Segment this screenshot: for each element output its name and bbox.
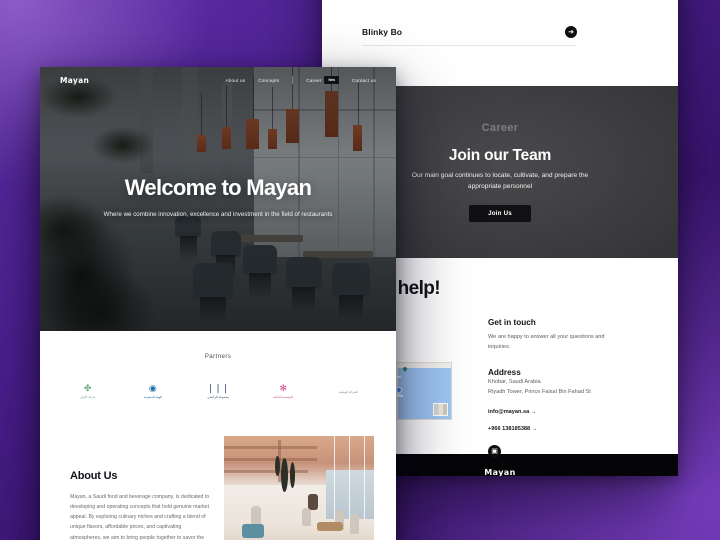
partner-name: المؤسسة العامة (273, 394, 294, 399)
partner-name: الشركة الوطنية (338, 390, 358, 394)
photo-furniture (317, 522, 343, 531)
footer-logo: Mayan (484, 467, 516, 477)
get-in-touch-body: We are happy to answer all your question… (488, 334, 605, 351)
list-item[interactable]: Blinky Bo ➜ (362, 26, 577, 46)
about-section: About Us Mayan, a Saudi food and beverag… (40, 420, 396, 540)
photo-hanging-plant (275, 456, 280, 476)
photo-hanging-plant (290, 462, 295, 488)
partner-logo-2[interactable]: ◉ الهيئة السعودية (133, 378, 172, 404)
get-in-touch-heading: Get in touch (488, 318, 536, 327)
join-us-button[interactable]: Join Us (469, 204, 531, 222)
about-text-column: About Us Mayan, a Saudi food and beverag… (70, 436, 210, 540)
hero-heading: Welcome to Mayan (124, 175, 312, 200)
nav-divider (292, 76, 294, 84)
career-title: Join our Team (448, 147, 552, 165)
hero-section: Mayan About us Concepts Career New Conta… (40, 67, 396, 331)
address-line: Khobar, Saudi Arabia (488, 378, 541, 385)
hero-subtitle: Where we combine innovation, excellence … (103, 211, 333, 218)
partner-mark-icon: ✤ (83, 382, 92, 393)
career-eyebrow: Career (481, 122, 519, 135)
partner-mark-icon: ✻ (279, 382, 287, 393)
partners-title: Partners (204, 353, 232, 360)
partner-logo-4[interactable]: ✻ المؤسسة العامة (264, 378, 303, 404)
partner-name: مجموعة الراجحي (207, 394, 229, 399)
partner-mark-icon: ◉ (148, 382, 157, 393)
photo-decor (308, 494, 318, 510)
presentation-canvas: Blinky Bo ➜ Career Join our Team Our mai… (0, 0, 720, 540)
front-mockup-card: Mayan About us Concepts Career New Conta… (40, 67, 396, 540)
email-link[interactable]: info@mayan.sa → (488, 409, 616, 415)
partner-name: شركة الأولى (79, 394, 96, 399)
photo-beam (224, 458, 317, 461)
about-image-column (224, 436, 374, 540)
photo-person (350, 514, 359, 534)
photo-hanging-plant (281, 458, 288, 492)
photo-person (302, 508, 311, 526)
nav-links: About us Concepts Career New Contact us (225, 76, 376, 84)
career-subtitle: Our main goal continues to locate, culti… (411, 172, 589, 190)
about-body: Mayan, a Saudi food and beverage company… (70, 494, 210, 540)
partner-name: الهيئة السعودية (143, 394, 163, 399)
map-street-view-thumb[interactable] (433, 403, 448, 416)
nav-new-badge: New (324, 76, 340, 84)
about-heading: About Us (70, 470, 118, 482)
partner-mark-icon: ❘❘❘ (206, 382, 230, 393)
phone-link[interactable]: +966 138185388 → (488, 426, 616, 432)
nav-logo[interactable]: Mayan (60, 76, 89, 85)
address-line: Riyadh Tower, Prince Faisal Bin Fahad St (488, 389, 591, 396)
list-section: Blinky Bo ➜ (322, 0, 678, 46)
nav-link-about-us[interactable]: About us (225, 78, 245, 83)
arrow-right-icon[interactable]: ➜ (565, 26, 577, 38)
instagram-icon[interactable]: ▣ (488, 444, 501, 458)
photo-furniture (242, 524, 264, 538)
hero-copy: Welcome to Mayan Where we combine innova… (40, 175, 396, 221)
partners-section: Partners ✤ شركة الأولى ◉ الهيئة السعودية… (40, 331, 396, 420)
nav-link-concepts[interactable]: Concepts (258, 78, 279, 83)
photo-beam (224, 446, 317, 449)
address-block: Address Khobar, Saudi Arabia Riyadh Towe… (488, 368, 616, 398)
list-item-label: Blinky Bo (362, 27, 403, 37)
partner-logo-5[interactable]: الشركة الوطنية (329, 378, 368, 404)
nav-link-contact-us[interactable]: Contact us (352, 78, 376, 83)
partner-logo-3[interactable]: ❘❘❘ مجموعة الراجحي (198, 378, 237, 404)
partners-logo-row: ✤ شركة الأولى ◉ الهيئة السعودية ❘❘❘ مجمو… (40, 378, 396, 404)
address-heading: Address (488, 367, 521, 377)
about-restaurant-photo (224, 436, 374, 540)
partner-logo-1[interactable]: ✤ شركة الأولى (68, 378, 107, 404)
site-navbar: Mayan About us Concepts Career New Conta… (40, 67, 396, 93)
photo-beam (224, 470, 308, 473)
nav-link-career[interactable]: Career New (306, 76, 340, 84)
contact-info-column: Get in touch We are happy to answer all … (488, 316, 616, 458)
nav-link-career-label: Career (306, 77, 322, 83)
